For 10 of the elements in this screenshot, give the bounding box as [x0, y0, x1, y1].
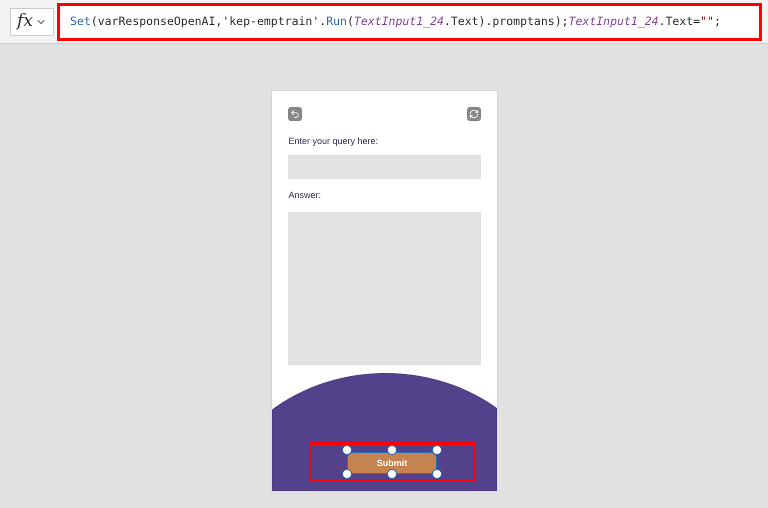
query-input[interactable] [288, 154, 480, 178]
back-icon[interactable] [288, 107, 302, 121]
selection-handle[interactable] [387, 444, 397, 455]
function-button[interactable]: fx [10, 8, 54, 36]
refresh-icon[interactable] [466, 107, 480, 121]
selection-handle[interactable] [432, 444, 442, 455]
selection-handle[interactable] [342, 444, 352, 455]
query-label: Enter your query here: [288, 135, 380, 148]
formula-field[interactable]: Set(varResponseOpenAI,'kep-emptrain'.Run(TextInput1_24.Text).promptans);TextInput1_24.Text=""; [57, 2, 762, 40]
answer-label: Answer: [288, 188, 322, 202]
